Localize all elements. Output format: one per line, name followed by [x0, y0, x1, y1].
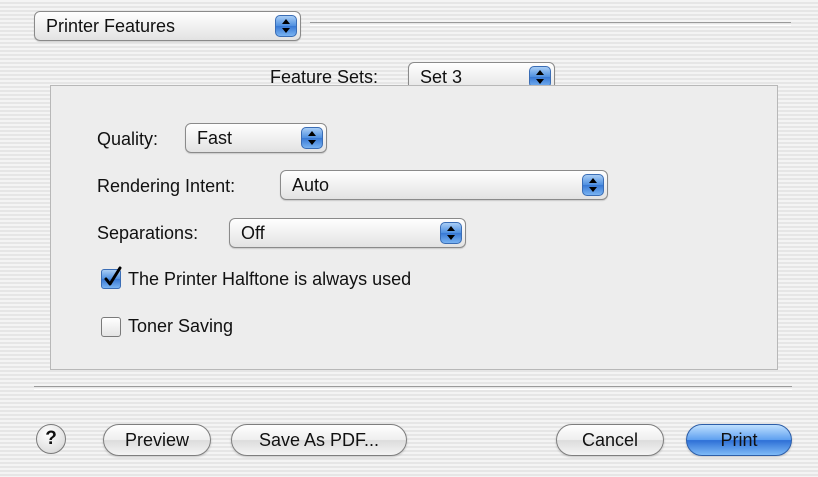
quality-label: Quality:: [97, 129, 159, 149]
separations-popup[interactable]: Off: [229, 218, 466, 248]
toner-saving-checkbox[interactable]: [101, 317, 121, 337]
toner-saving-label[interactable]: Toner Saving: [128, 315, 233, 337]
halftone-label[interactable]: The Printer Halftone is always used: [128, 268, 411, 290]
header-separator: [310, 22, 791, 26]
help-button[interactable]: ?: [36, 424, 66, 454]
preview-button[interactable]: Preview: [103, 424, 211, 456]
checkmark-icon: [104, 266, 122, 286]
panel-selector-popup[interactable]: Printer Features: [34, 11, 301, 41]
halftone-checkbox[interactable]: [101, 266, 122, 289]
save-as-pdf-button[interactable]: Save As PDF...: [231, 424, 407, 456]
popup-arrows-icon: [440, 222, 462, 244]
rendering-intent-popup[interactable]: Auto: [280, 170, 608, 200]
popup-arrows-icon: [275, 15, 297, 37]
separations-label: Separations:: [97, 223, 199, 243]
quality-value: Fast: [197, 128, 233, 148]
panel-selector-value: Printer Features: [46, 16, 176, 36]
quality-popup[interactable]: Fast: [185, 123, 327, 153]
separations-value: Off: [241, 223, 265, 243]
footer-separator: [34, 386, 792, 390]
cancel-button[interactable]: Cancel: [556, 424, 664, 456]
popup-arrows-icon: [301, 127, 323, 149]
rendering-intent-label: Rendering Intent:: [97, 176, 236, 196]
print-button[interactable]: Print: [686, 424, 792, 456]
rendering-intent-value: Auto: [292, 175, 330, 195]
popup-arrows-icon: [582, 174, 604, 196]
